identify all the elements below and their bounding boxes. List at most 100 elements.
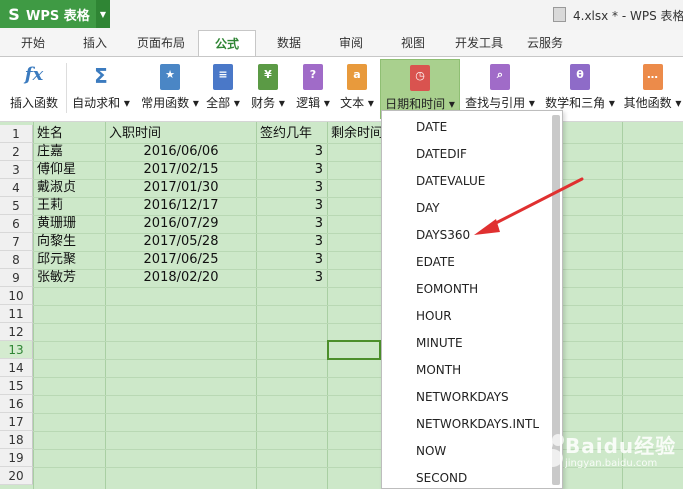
all-functions-button[interactable]: ≡ 全部 ▾: [204, 59, 242, 119]
tab-review[interactable]: 审阅: [328, 30, 374, 56]
cell-date[interactable]: 2016/06/06: [106, 143, 256, 161]
tab-view[interactable]: 视图: [390, 30, 436, 56]
row-header[interactable]: 1: [0, 125, 33, 143]
cell-date[interactable]: 2017/05/28: [106, 233, 256, 251]
common-functions-button[interactable]: ★ 常用函数 ▾: [138, 59, 202, 119]
menu-item-minute[interactable]: MINUTE: [416, 330, 463, 357]
row-header[interactable]: 18: [0, 431, 33, 449]
star-book-icon: ★: [160, 64, 180, 90]
cell-date[interactable]: 2016/07/29: [106, 215, 256, 233]
cell-name[interactable]: 庄嘉: [37, 143, 103, 161]
wps-logo-icon: S: [8, 4, 20, 24]
cell-years[interactable]: 3: [257, 251, 327, 269]
document-icon: [553, 7, 566, 22]
cell-years[interactable]: 3: [257, 197, 327, 215]
question-book-icon: ?: [303, 64, 323, 90]
list-book-icon: ≡: [213, 64, 233, 90]
row-header[interactable]: 3: [0, 161, 33, 179]
row-header[interactable]: 9: [0, 269, 33, 287]
finance-label: 财务 ▾: [251, 96, 285, 110]
row-header[interactable]: 11: [0, 305, 33, 323]
text-functions-button[interactable]: a 文本 ▾: [336, 59, 378, 119]
cell-date[interactable]: 2016/12/17: [106, 197, 256, 215]
tab-formulas[interactable]: 公式: [198, 30, 256, 56]
row-divider: [33, 305, 683, 306]
cell-years[interactable]: 3: [257, 269, 327, 287]
row-header[interactable]: 14: [0, 359, 33, 377]
search-book-icon: ⌕: [490, 64, 510, 90]
row-header[interactable]: 19: [0, 449, 33, 467]
menu-item-datedif[interactable]: DATEDIF: [416, 141, 467, 168]
menu-item-days360[interactable]: DAYS360: [416, 222, 470, 249]
row-divider: [33, 323, 683, 324]
text-functions-label: 文本 ▾: [340, 96, 374, 110]
row-header[interactable]: 2: [0, 143, 33, 161]
cell-name[interactable]: 王莉: [37, 197, 103, 215]
header-cell-name[interactable]: 姓名: [37, 125, 103, 143]
cell-name[interactable]: 邱元聚: [37, 251, 103, 269]
row-header[interactable]: 17: [0, 413, 33, 431]
tab-cloud[interactable]: 云服务: [520, 30, 570, 56]
row-header[interactable]: 16: [0, 395, 33, 413]
common-functions-label: 常用函数 ▾: [141, 96, 199, 110]
cell-name[interactable]: 黄珊珊: [37, 215, 103, 233]
cell-date[interactable]: 2017/01/30: [106, 179, 256, 197]
row-header[interactable]: 10: [0, 287, 33, 305]
header-cell-remaining[interactable]: 剩余时间: [331, 125, 381, 143]
row-header[interactable]: 12: [0, 323, 33, 341]
cell-years[interactable]: 3: [257, 233, 327, 251]
menu-item-networkdays-intl[interactable]: NETWORKDAYS.INTL: [416, 411, 539, 438]
cell-date[interactable]: 2017/02/15: [106, 161, 256, 179]
theta-book-icon: θ: [570, 64, 590, 90]
cell-name[interactable]: 向黎生: [37, 233, 103, 251]
cell-years[interactable]: 3: [257, 161, 327, 179]
autosum-button[interactable]: Σ 自动求和 ▾: [70, 59, 132, 119]
menu-item-edate[interactable]: EDATE: [416, 249, 455, 276]
chevron-down-icon[interactable]: ▼: [96, 0, 110, 28]
ribbon-tabs: 开始 插入 页面布局 公式 数据 审阅 视图 开发工具 云服务: [0, 30, 683, 56]
menu-item-hour[interactable]: HOUR: [416, 303, 452, 330]
header-cell-hire-date[interactable]: 入职时间: [109, 125, 254, 143]
menu-item-date[interactable]: DATE: [416, 114, 447, 141]
tab-developer[interactable]: 开发工具: [448, 30, 510, 56]
finance-book-icon: ¥: [258, 64, 278, 90]
selected-cell[interactable]: [327, 340, 381, 360]
tab-home[interactable]: 开始: [10, 30, 56, 56]
tab-page-layout[interactable]: 页面布局: [130, 30, 192, 56]
watermark-text: Baidu经验: [565, 434, 677, 458]
row-header[interactable]: 7: [0, 233, 33, 251]
other-functions-button[interactable]: … 其他函数 ▾: [622, 59, 683, 119]
cell-years[interactable]: 3: [257, 215, 327, 233]
menu-item-now[interactable]: NOW: [416, 438, 446, 465]
insert-function-button[interactable]: fx 插入函数: [4, 59, 64, 119]
menu-item-networkdays[interactable]: NETWORKDAYS: [416, 384, 509, 411]
menu-item-day[interactable]: DAY: [416, 195, 440, 222]
cell-years[interactable]: 3: [257, 143, 327, 161]
row-header[interactable]: 5: [0, 197, 33, 215]
menu-item-month[interactable]: MONTH: [416, 357, 461, 384]
tab-insert[interactable]: 插入: [72, 30, 118, 56]
cell-name[interactable]: 傅仰星: [37, 161, 103, 179]
row-header[interactable]: 20: [0, 467, 33, 485]
logic-button[interactable]: ? 逻辑 ▾: [292, 59, 334, 119]
menu-item-eomonth[interactable]: EOMONTH: [416, 276, 478, 303]
cell-date[interactable]: 2018/02/20: [106, 269, 256, 287]
annotation-arrow-icon: [474, 177, 584, 235]
cell-years[interactable]: 3: [257, 179, 327, 197]
row-header[interactable]: 6: [0, 215, 33, 233]
row-header-active[interactable]: 13: [0, 341, 33, 359]
menu-item-second[interactable]: SECOND: [416, 465, 467, 489]
header-cell-contract-years[interactable]: 签约几年: [260, 125, 326, 143]
cell-date[interactable]: 2017/06/25: [106, 251, 256, 269]
tab-data[interactable]: 数据: [266, 30, 312, 56]
cell-name[interactable]: 戴淑贞: [37, 179, 103, 197]
app-menu-button[interactable]: S WPS 表格 ▼: [0, 0, 110, 28]
row-divider: [33, 413, 683, 414]
row-header[interactable]: 4: [0, 179, 33, 197]
fx-icon: fx: [24, 64, 44, 85]
row-header[interactable]: 15: [0, 377, 33, 395]
text-book-icon: a: [347, 64, 367, 90]
finance-button[interactable]: ¥ 财务 ▾: [248, 59, 288, 119]
row-header[interactable]: 8: [0, 251, 33, 269]
cell-name[interactable]: 张敏芳: [37, 269, 103, 287]
